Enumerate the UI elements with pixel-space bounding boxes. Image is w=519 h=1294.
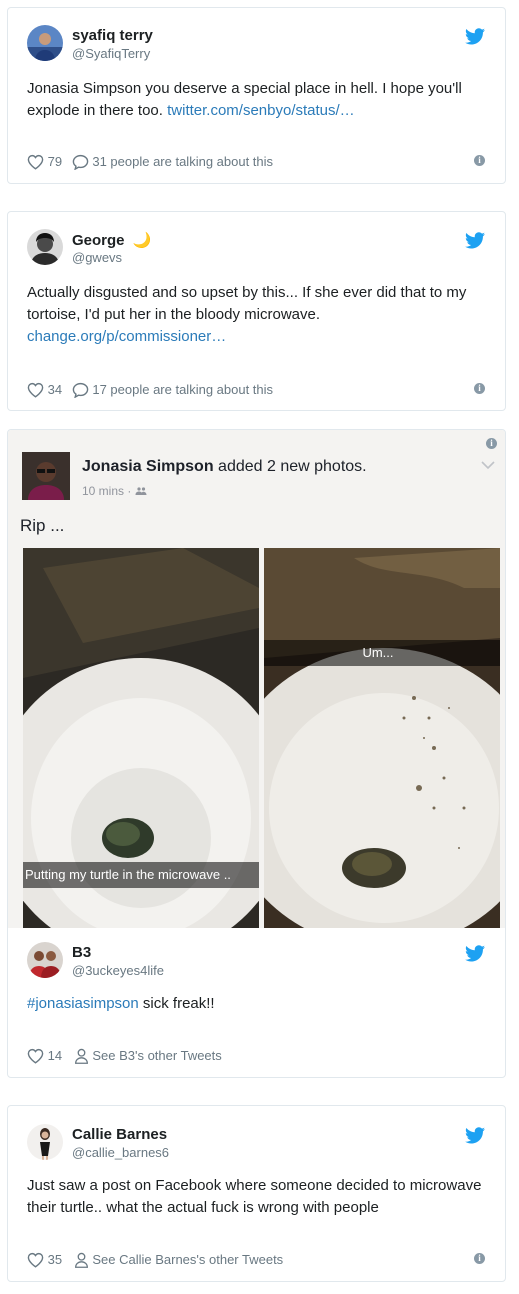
avatar[interactable] bbox=[27, 229, 63, 265]
tweet-link[interactable]: change.org/p/commissioner… bbox=[27, 328, 226, 345]
tweet-card[interactable]: syafiq terry @SyafiqTerry Jonasia Simpso… bbox=[7, 7, 506, 184]
tweet-body: Just saw a post on Facebook where someon… bbox=[27, 1177, 482, 1216]
user-name[interactable]: syafiq terry bbox=[72, 27, 153, 44]
friends-icon bbox=[135, 487, 147, 495]
tweet-actions: 79 31 people are talking about this bbox=[27, 153, 273, 171]
other-tweets-link[interactable]: See Callie Barnes's other Tweets bbox=[92, 1252, 283, 1267]
tweet-actions: 35 See Callie Barnes's other Tweets bbox=[27, 1251, 283, 1269]
like-count: 34 bbox=[47, 382, 63, 398]
like-count: 79 bbox=[47, 154, 63, 170]
facebook-post-screenshot[interactable]: i Jonasia Simpson added 2 new photos. 10… bbox=[8, 430, 505, 928]
heart-icon[interactable] bbox=[27, 382, 44, 398]
user-name[interactable]: Callie Barnes bbox=[72, 1126, 167, 1143]
user-name[interactable]: B3 bbox=[72, 944, 91, 961]
tweet-text: Just saw a post on Facebook where someon… bbox=[27, 1175, 492, 1219]
twitter-bird-icon[interactable] bbox=[465, 945, 485, 962]
tweet-text: Jonasia Simpson you deserve a special pl… bbox=[27, 78, 477, 122]
user-handle[interactable]: @callie_barnes6 bbox=[72, 1145, 169, 1160]
photo-turtle-bowl[interactable]: Putting my turtle in the microwave .. bbox=[23, 548, 259, 928]
other-tweets-link[interactable]: See B3's other Tweets bbox=[92, 1048, 221, 1063]
user-handle[interactable]: @gwevs bbox=[72, 250, 122, 265]
tweet-actions: 14 See B3's other Tweets bbox=[27, 1047, 222, 1065]
moon-emoji: 🌙 bbox=[132, 232, 152, 249]
user-name[interactable]: George 🌙 bbox=[72, 231, 151, 249]
chevron-down-icon[interactable] bbox=[481, 460, 495, 470]
tweet-card[interactable]: George 🌙 @gwevs Actually disgusted and s… bbox=[7, 211, 506, 411]
heart-icon[interactable] bbox=[27, 154, 44, 170]
fb-author-line: Jonasia Simpson added 2 new photos. bbox=[82, 458, 367, 476]
info-icon[interactable]: i bbox=[474, 1253, 485, 1264]
photo-image bbox=[264, 548, 500, 928]
twitter-bird-icon[interactable] bbox=[465, 1127, 485, 1144]
twitter-bird-icon[interactable] bbox=[465, 28, 485, 45]
snap-caption: Um... bbox=[264, 640, 500, 666]
photo-turtle-microwaved[interactable]: Um... bbox=[264, 548, 500, 928]
dot-separator: · bbox=[127, 484, 135, 498]
tweet-text: #jonasiasimpson sick freak!! bbox=[27, 993, 215, 1015]
user-handle[interactable]: @SyafiqTerry bbox=[72, 46, 150, 61]
like-count: 14 bbox=[47, 1048, 63, 1064]
info-icon[interactable]: i bbox=[474, 383, 485, 394]
twitter-bird-icon[interactable] bbox=[465, 232, 485, 249]
tweet-body: Actually disgusted and so upset by this.… bbox=[27, 284, 467, 323]
avatar[interactable] bbox=[27, 942, 63, 978]
snap-caption: Putting my turtle in the microwave .. bbox=[23, 862, 259, 888]
hashtag-link[interactable]: #jonasiasimpson bbox=[27, 995, 139, 1012]
reply-bubble-icon[interactable] bbox=[72, 382, 89, 398]
tweet-body: sick freak!! bbox=[142, 995, 215, 1012]
avatar[interactable] bbox=[27, 1124, 63, 1160]
info-icon[interactable]: i bbox=[474, 155, 485, 166]
tweet-card[interactable]: Callie Barnes @callie_barnes6 Just saw a… bbox=[7, 1105, 506, 1282]
person-icon bbox=[74, 1048, 89, 1064]
tweet-card[interactable]: i Jonasia Simpson added 2 new photos. 10… bbox=[7, 429, 506, 1078]
info-icon[interactable]: i bbox=[486, 438, 497, 449]
fb-avatar bbox=[22, 452, 70, 500]
fb-caption: Rip ... bbox=[20, 516, 65, 535]
talking-link[interactable]: 31 people are talking about this bbox=[92, 154, 273, 169]
heart-icon[interactable] bbox=[27, 1048, 44, 1064]
tweet-actions: 34 17 people are talking about this bbox=[27, 381, 273, 399]
heart-icon[interactable] bbox=[27, 1252, 44, 1268]
fb-timestamp: 10 mins · bbox=[82, 484, 147, 498]
person-icon bbox=[74, 1252, 89, 1268]
user-handle[interactable]: @3uckeyes4life bbox=[72, 963, 164, 978]
tweet-text: Actually disgusted and so upset by this.… bbox=[27, 282, 482, 348]
avatar[interactable] bbox=[27, 25, 63, 61]
tweet-link[interactable]: twitter.com/senbyo/status/… bbox=[167, 102, 355, 119]
fb-time-text: 10 mins bbox=[82, 484, 125, 498]
fb-author: Jonasia Simpson bbox=[82, 458, 214, 475]
like-count: 35 bbox=[47, 1252, 63, 1268]
user-name-text[interactable]: George bbox=[72, 232, 125, 249]
fb-action: added 2 new photos. bbox=[218, 458, 367, 475]
reply-bubble-icon[interactable] bbox=[72, 154, 89, 170]
talking-link[interactable]: 17 people are talking about this bbox=[92, 382, 273, 397]
